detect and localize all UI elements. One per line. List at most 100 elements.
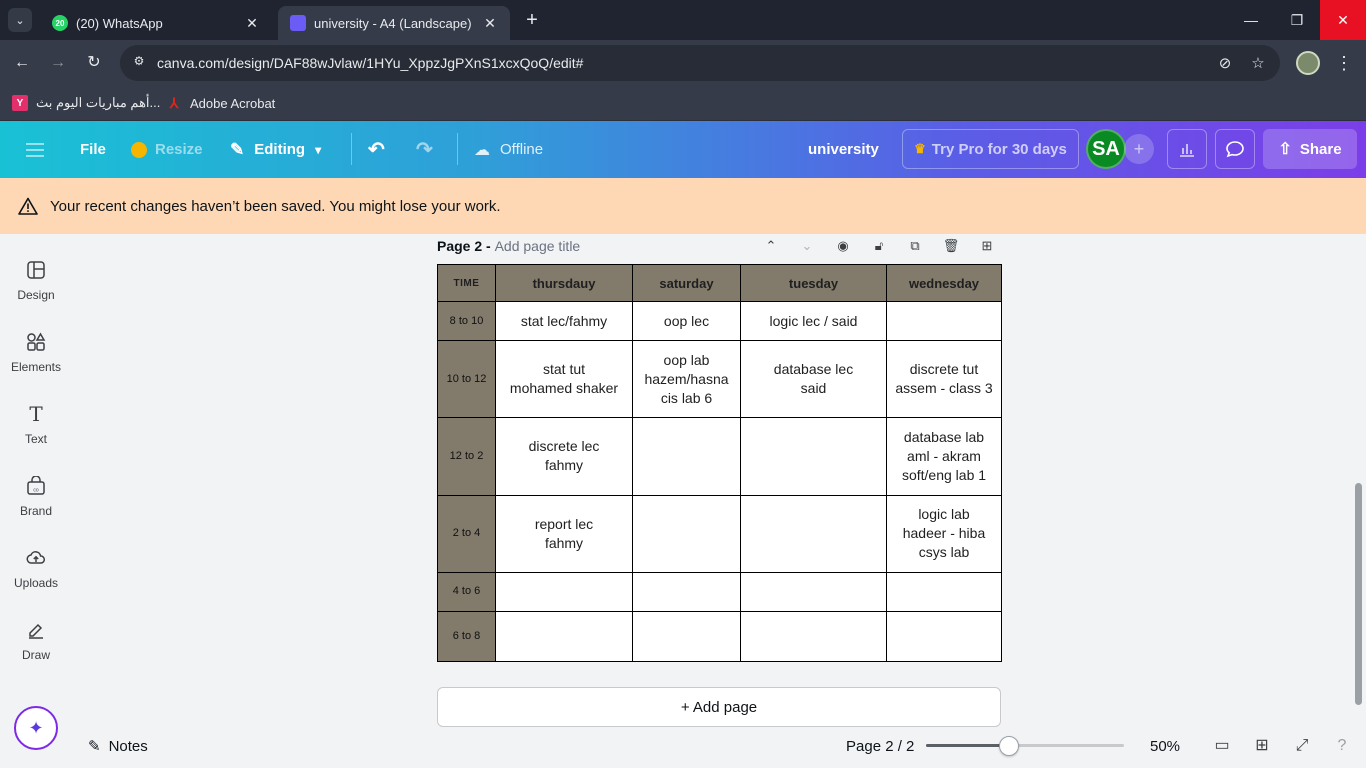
time-cell[interactable]: 6 to 8 [437,610,496,663]
share-button[interactable]: ⇧ Share [1263,129,1357,169]
help-icon[interactable]: ? [1331,736,1353,756]
table-cell[interactable] [495,610,633,663]
bookmark-matches[interactable]: Y أهم مباريات اليوم بث... [12,93,160,113]
restore-button[interactable]: ❐ [1274,0,1320,40]
table-cell[interactable] [632,610,741,663]
header-cell[interactable]: tuesday [740,264,887,302]
table-cell[interactable] [632,494,741,573]
table-cell[interactable] [886,571,1002,612]
browser-menu-icon[interactable]: ⋮ [1334,51,1354,75]
table-cell[interactable]: discrete tut assem - class 3 [886,340,1002,419]
table-cell[interactable] [740,494,887,573]
sidebar-item-elements[interactable]: Elements [0,330,72,394]
zoom-value[interactable]: 50% [1150,738,1180,755]
header-cell[interactable]: thursdauy [495,264,633,302]
table-cell[interactable]: database lab aml - akram soft/eng lab 1 [886,417,1002,496]
table-cell[interactable]: stat tut mohamed shaker [495,340,633,419]
tab-search-button[interactable]: ⌄ [8,8,32,32]
invite-plus-icon[interactable]: + [1124,134,1154,164]
minimize-button[interactable]: — [1228,0,1274,40]
editing-mode-button[interactable]: ✎ Editing ▾ [230,121,321,178]
lock-icon[interactable]: 🔓︎ [869,236,889,256]
header-cell[interactable]: wednesday [886,264,1002,302]
close-icon[interactable]: ✕ [244,15,260,32]
page-title[interactable]: Page 2 - Add page title [437,238,580,254]
sidebar-item-text[interactable]: T Text [0,402,72,466]
table-cell[interactable] [632,417,741,496]
vertical-scrollbar[interactable] [1355,483,1362,705]
time-cell[interactable]: 12 to 2 [437,417,496,496]
profile-avatar[interactable] [1296,51,1320,75]
page-title-placeholder[interactable]: Add page title [495,238,581,254]
eye-off-icon[interactable]: ⊘ [1215,54,1235,74]
table-cell[interactable] [886,610,1002,663]
pages-view-icon[interactable]: ▭ [1211,736,1233,756]
zoom-slider[interactable] [926,744,1124,747]
table-cell[interactable] [740,610,887,663]
sidebar-item-brand[interactable]: co Brand [0,474,72,538]
table-cell[interactable] [740,417,887,496]
time-cell[interactable]: 8 to 10 [437,300,496,342]
file-menu-button[interactable]: File [80,121,106,178]
add-page-icon[interactable]: ⊞ [977,236,997,256]
time-cell[interactable]: 10 to 12 [437,340,496,419]
sidebar-item-draw[interactable]: Draw [0,618,72,682]
table-cell[interactable] [740,571,887,612]
magic-sparkle-icon[interactable]: ✦ [14,706,58,750]
chevron-up-icon[interactable]: ⌃ [761,236,781,256]
table-cell[interactable]: discrete lec fahmy [495,417,633,496]
analytics-icon[interactable] [1167,129,1207,169]
hamburger-menu-icon[interactable] [26,121,46,178]
page-count[interactable]: Page 2 / 2 [846,738,914,755]
duplicate-icon[interactable]: ⧉ [905,236,925,256]
sidebar-item-design[interactable]: Design [0,258,72,322]
table-cell[interactable] [632,571,741,612]
whatsapp-icon: 20 [52,15,68,31]
design-title[interactable]: university [808,121,879,178]
table-cell[interactable]: logic lec / said [740,300,887,342]
resize-button[interactable]: Resize [131,121,203,178]
time-cell[interactable]: 2 to 4 [437,494,496,573]
bookmark-acrobat[interactable]: ⅄ Adobe Acrobat [166,93,276,113]
zoom-slider-handle[interactable] [999,736,1020,756]
tab-canva[interactable]: university - A4 (Landscape) ✕ [278,6,510,40]
undo-icon[interactable]: ↶ [368,121,385,178]
close-icon[interactable]: ✕ [482,15,498,32]
table-cell[interactable]: database lec said [740,340,887,419]
time-cell[interactable]: 4 to 6 [437,571,496,612]
header-cell[interactable]: saturday [632,264,741,302]
back-arrow-icon[interactable]: ← [10,51,34,75]
add-page-button[interactable]: + Add page [437,687,1001,727]
omnibox[interactable]: ⚙ canva.com/design/DAF88wJvlaw/1HYu_Xppz… [120,45,1280,81]
comment-icon[interactable] [1215,129,1255,169]
url-text[interactable]: canva.com/design/DAF88wJvlaw/1HYu_XppzJg… [157,55,583,71]
bookmark-star-icon[interactable]: ☆ [1248,54,1268,74]
grid-view-icon[interactable]: ⊞ [1251,736,1273,756]
try-pro-button[interactable]: ♛ Try Pro for 30 days [902,129,1079,169]
new-tab-button[interactable]: + [520,8,544,32]
timetable[interactable]: TIME thursdauy saturday tuesday wednesda… [437,264,1002,663]
close-window-button[interactable]: ✕ [1320,0,1366,40]
tab-whatsapp[interactable]: 20 (20) WhatsApp ✕ [40,6,272,40]
table-cell[interactable] [886,300,1002,342]
notes-button[interactable]: ✎ Notes [88,736,148,756]
user-avatar[interactable]: SA [1086,129,1126,169]
table-cell[interactable]: oop lab hazem/hasna cis lab 6 [632,340,741,419]
sidebar-item-uploads[interactable]: Uploads [0,546,72,610]
site-info-icon[interactable]: ⚙ [130,54,148,72]
trash-icon[interactable]: 🗑︎ [941,236,961,256]
redo-icon[interactable]: ↷ [416,121,433,178]
reload-icon[interactable]: ↻ [82,51,106,75]
table-cell[interactable]: report lec fahmy [495,494,633,573]
table-cell[interactable] [495,571,633,612]
hide-eye-icon[interactable]: ◉ [833,236,853,256]
table-cell[interactable]: stat lec/fahmy [495,300,633,342]
zoom-slider-fill [926,744,1010,747]
fullscreen-icon[interactable]: ⤢ [1291,736,1313,756]
table-cell[interactable]: logic lab hadeer - hiba csys lab [886,494,1002,573]
table-cell[interactable]: oop lec [632,300,741,342]
offline-status[interactable]: ☁ Offline [474,121,543,178]
header-cell[interactable]: TIME [437,264,496,302]
chevron-down-icon[interactable]: ⌄ [797,236,817,256]
forward-arrow-icon[interactable]: → [46,51,70,75]
